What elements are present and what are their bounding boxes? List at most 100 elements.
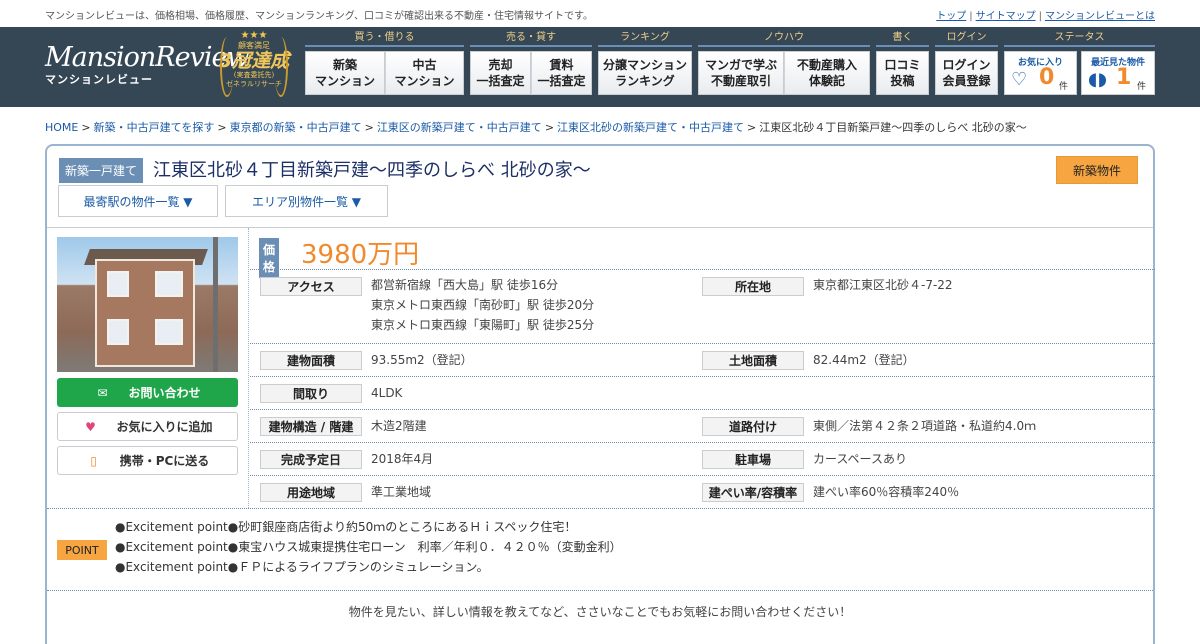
point-item: ●Excitement point●ＦＰによるライフプランのシミュレーション。: [115, 560, 489, 574]
property-type-badge: 新築一戸建て: [59, 158, 144, 183]
nav-review-post-button[interactable]: 口コミ 投稿: [876, 51, 929, 95]
parking-value: カースペースあり: [813, 452, 907, 466]
photo-house: [95, 259, 195, 367]
nav-group-sell: 売る・貸す 売却 一括査定 賃料 一括査定: [470, 30, 592, 95]
footprint-icon: ◖◗: [1088, 69, 1107, 90]
nav-group-title: ランキング: [598, 30, 692, 47]
breadcrumb-tokyo[interactable]: 東京都の新築・中古戸建て: [230, 121, 362, 134]
nav-group-title: ステータス: [1004, 30, 1155, 47]
nav-group-knowhow: ノウハウ マンガで学ぶ 不動産取引 不動産購入 体験記: [698, 30, 870, 95]
ratio-label: 建ぺい率/容積率: [702, 483, 804, 502]
heart-icon: ♡: [1011, 69, 1028, 90]
contact-message-section: 物件を見たい、詳しい情報を教えてなど、ささいなことでもお気軽にお問い合わせくださ…: [47, 590, 1153, 630]
recent-unit: 件: [1136, 82, 1146, 92]
nav-group-buy: 買う・借りる 新築 マンション 中古 マンション: [305, 30, 464, 95]
price-value: 3980万円: [301, 240, 420, 270]
nearest-station-dropdown[interactable]: 最寄駅の物件一覧 ▼: [58, 185, 218, 217]
area-list-dropdown[interactable]: エリア別物件一覧 ▼: [225, 185, 388, 217]
top-strip: マンションレビューは、価格相場、価格履歴、マンションランキング、口コミが確認出来…: [0, 0, 1200, 27]
breadcrumb: HOME > 新築・中古戸建てを探す > 東京都の新築・中古戸建て > 江東区の新築戸建て・…: [45, 121, 1027, 134]
nav-group-title: ノウハウ: [698, 30, 870, 47]
building-area-value: 93.55m2（登記）: [371, 353, 473, 367]
access-value: 都営新宿線「西大島」駅 徒歩16分 東京メトロ東西線「南砂町」駅 徒歩20分 東…: [371, 275, 594, 335]
spec-row-area: 建物面積 93.55m2（登記） 土地面積 82.44m2（登記）: [250, 343, 1155, 376]
send-to-device-label: 携帯・PCに送る: [119, 454, 210, 468]
new-property-badge: 新築物件: [1056, 156, 1138, 184]
add-favorite-button[interactable]: ♥ お気に入りに追加: [57, 412, 238, 441]
layout-value: 4LDK: [371, 386, 403, 400]
nav-new-mansion-button[interactable]: 新築 マンション: [305, 51, 385, 95]
top-link-about[interactable]: マンションレビューとは: [1045, 11, 1155, 22]
breadcrumb-kitasuna[interactable]: 江東区北砂の新築戸建て・中古戸建て: [557, 121, 744, 134]
spec-row-completion: 完成予定日 2018年4月 駐車場 カースペースあり: [250, 442, 1155, 475]
top-link-sitemap[interactable]: サイトマップ: [976, 11, 1036, 22]
road-label: 道路付け: [702, 417, 804, 436]
nav-sale-assessment-button[interactable]: 売却 一括査定: [470, 51, 531, 95]
add-favorite-label: お気に入りに追加: [116, 420, 213, 434]
spec-row-layout: 間取り 4LDK: [250, 376, 1155, 409]
address-label: 所在地: [702, 277, 804, 296]
wreath-right-icon: [274, 37, 288, 97]
recent-count: 1: [1116, 65, 1132, 90]
nav-rent-assessment-button[interactable]: 賃料 一括査定: [531, 51, 592, 95]
mobile-phone-icon: ▯: [90, 453, 97, 468]
breadcrumb-koto[interactable]: 江東区の新築戸建て・中古戸建て: [377, 121, 542, 134]
property-panel: 新築一戸建て 江東区北砂４丁目新築戸建～四季のしらべ 北砂の家～ 新築物件 最寄…: [45, 144, 1155, 644]
spec-row-zoning: 用途地域 準工業地域 建ぺい率/容積率 建ぺい率60％容積率240％: [250, 475, 1155, 508]
nav-group-title: ログイン: [935, 30, 998, 47]
building-area-label: 建物面積: [260, 351, 362, 370]
spec-row-structure: 建物構造 / 階建 木造2階建 道路付け 東側／法第４２条２項道路・私道約4.0…: [250, 409, 1155, 442]
nav-ranking-button[interactable]: 分譲マンション ランキング: [598, 51, 692, 95]
mail-icon: ✉: [97, 385, 108, 400]
land-area-value: 82.44m2（登記）: [813, 353, 915, 367]
nav-experience-button[interactable]: 不動産購入 体験記: [784, 51, 870, 95]
access-line: 東京メトロ東西線「南砂町」駅 徒歩20分: [371, 298, 595, 312]
breadcrumb-current: 江東区北砂４丁目新築戸建～四季のしらべ 北砂の家～: [759, 121, 1027, 134]
top-link-home[interactable]: トップ: [936, 11, 966, 22]
parking-label: 駐車場: [702, 450, 804, 469]
nav-used-mansion-button[interactable]: 中古 マンション: [385, 51, 464, 95]
contact-button-label: お問い合わせ: [128, 386, 201, 400]
top-links: トップ | サイトマップ | マンションレビューとは: [936, 11, 1155, 22]
point-item: ●Excitement point●東宝ハウス城東提携住宅ローン 利率／年利０．…: [115, 540, 622, 554]
left-column: ✉ お問い合わせ ♥ お気に入りに追加 ▯ 携帯・PCに送る: [47, 228, 249, 508]
nav-group-title: 売る・貸す: [470, 30, 592, 47]
send-to-device-button[interactable]: ▯ 携帯・PCに送る: [57, 446, 238, 475]
contact-button[interactable]: ✉ お問い合わせ: [57, 378, 238, 407]
completion-label: 完成予定日: [260, 450, 362, 469]
layout-label: 間取り: [260, 384, 362, 403]
access-line: 都営新宿線「西大島」駅 徒歩16分: [371, 278, 559, 292]
spec-row-access: アクセス 都営新宿線「西大島」駅 徒歩16分 東京メトロ東西線「南砂町」駅 徒歩…: [250, 269, 1155, 343]
land-area-label: 土地面積: [702, 351, 804, 370]
property-photo[interactable]: [57, 237, 238, 372]
nav-manga-button[interactable]: マンガで学ぶ 不動産取引: [698, 51, 784, 95]
structure-label: 建物構造 / 階建: [260, 417, 362, 436]
nav-group-ranking: ランキング 分譲マンション ランキング: [598, 30, 692, 95]
structure-value: 木造2階建: [371, 419, 427, 433]
contact-message: 物件を見たい、詳しい情報を教えてなど、ささいなことでもお気軽にお問い合わせくださ…: [348, 605, 852, 619]
point-list: ●Excitement point●砂町銀座商店街より約50ｍのところにあるＨｉ…: [115, 517, 622, 577]
favorites-count: 0: [1039, 65, 1055, 90]
award-emblem: ★★★ 顧客満足 3冠達成 (実査委託先) ゼネラルリサーチ: [218, 31, 290, 103]
recent-status-button[interactable]: 最近見た物件 ◖◗ 1 件: [1081, 51, 1155, 95]
nav-login-button[interactable]: ログイン 会員登録: [935, 51, 998, 95]
site-header: MansionReview マンションレビュー ★★★ 顧客満足 3冠達成 (実…: [0, 27, 1200, 107]
point-section: POINT ●Excitement point●砂町銀座商店街より約50ｍのとこ…: [47, 508, 1153, 590]
access-line: 東京メトロ東西線「東陽町」駅 徒歩25分: [371, 318, 595, 332]
favorites-status-button[interactable]: お気に入り ♡ 0 件: [1004, 51, 1077, 95]
photo-pole: [213, 237, 218, 372]
point-badge: POINT: [57, 540, 107, 560]
completion-value: 2018年4月: [371, 452, 434, 466]
zoning-label: 用途地域: [260, 483, 362, 502]
zoning-value: 準工業地域: [371, 485, 432, 499]
address-value: 東京都江東区北砂４-7-22: [813, 278, 953, 292]
breadcrumb-search-houses[interactable]: 新築・中古戸建てを探す: [94, 121, 215, 134]
access-label: アクセス: [260, 277, 362, 296]
breadcrumb-home[interactable]: HOME: [45, 121, 78, 134]
property-title: 江東区北砂４丁目新築戸建～四季のしらべ 北砂の家～: [153, 160, 591, 181]
nav-group-title: 買う・借りる: [305, 30, 464, 47]
nav-group-title: 書く: [876, 30, 929, 47]
nav-group-status: ステータス お気に入り ♡ 0 件 最近見た物件 ◖◗ 1 件: [1004, 30, 1155, 95]
point-item: ●Excitement point●砂町銀座商店街より約50ｍのところにあるＨｉ…: [115, 520, 577, 534]
wreath-left-icon: [220, 37, 234, 97]
